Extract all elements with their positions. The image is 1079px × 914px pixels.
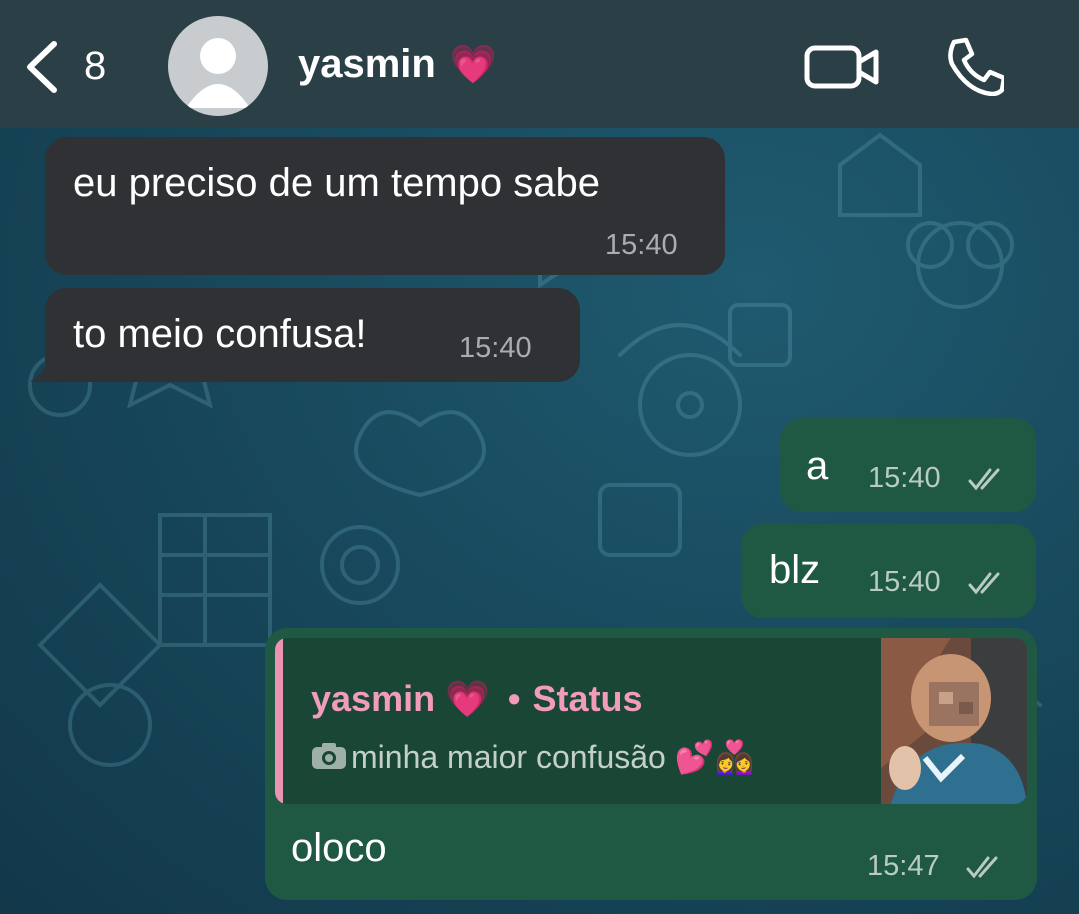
message-time: 15:40	[868, 462, 941, 494]
avatar-placeholder-icon	[186, 38, 250, 108]
message-time: 15:40	[868, 566, 941, 598]
message-incoming[interactable]: to meio confusa! 15:40	[45, 288, 580, 382]
read-receipt-icon	[968, 572, 1000, 595]
chat-header: 8 yasmin 💗	[0, 0, 1079, 128]
avatar[interactable]	[168, 16, 268, 116]
message-incoming[interactable]: eu preciso de um tempo sabe 15:40	[45, 137, 725, 275]
message-text: oloco	[291, 826, 387, 870]
contact-emoji: 💗	[449, 44, 498, 86]
message-time: 15:40	[605, 229, 678, 261]
message-time: 15:47	[867, 850, 940, 882]
message-text: eu preciso de um tempo sabe	[73, 161, 600, 205]
message-text: blz	[769, 548, 821, 592]
video-camera-icon[interactable]	[804, 42, 880, 92]
status-thumbnail[interactable]	[881, 638, 1027, 804]
phone-icon[interactable]	[944, 36, 1004, 96]
message-time: 15:40	[459, 332, 532, 364]
quote-accent-bar	[275, 638, 283, 804]
quoted-status[interactable]: yasmin 💗 • Status minha maior confusão 💕…	[275, 638, 1027, 804]
unread-count[interactable]: 8	[84, 44, 106, 89]
message-outgoing[interactable]: blz 15:40	[741, 524, 1036, 618]
message-text: to meio confusa!	[73, 312, 367, 356]
contact-name-text: yasmin	[298, 42, 436, 86]
message-outgoing[interactable]: a 15:40	[780, 418, 1036, 512]
quoted-status-author: yasmin 💗 • Status	[311, 678, 643, 719]
read-receipt-icon	[968, 468, 1000, 491]
message-text: a	[806, 444, 829, 488]
message-outgoing-status-reply[interactable]: yasmin 💗 • Status minha maior confusão 💕…	[265, 628, 1037, 900]
read-receipt-icon	[966, 856, 998, 879]
back-chevron-icon[interactable]	[22, 38, 62, 96]
quoted-status-caption: minha maior confusão 💕👩‍❤️‍👩	[351, 739, 755, 775]
contact-name[interactable]: yasmin 💗	[298, 42, 497, 87]
camera-icon	[312, 743, 346, 769]
